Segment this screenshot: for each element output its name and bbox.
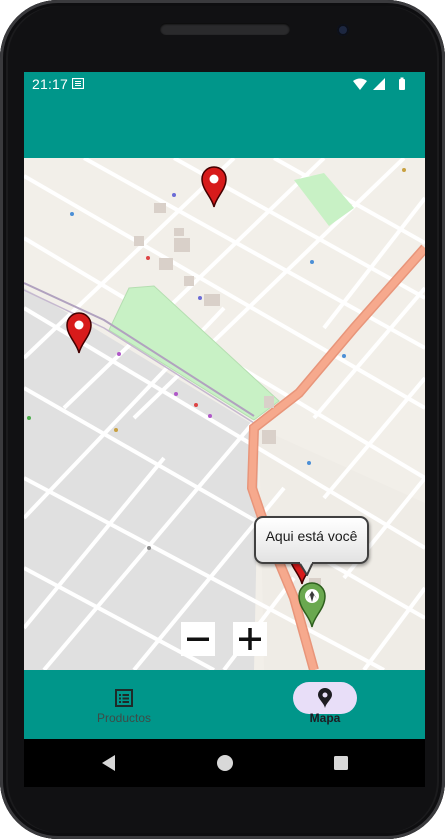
back-icon[interactable] xyxy=(99,753,119,773)
phone-frame: 21:17 Aqui está você Productos Mapa xyxy=(0,0,445,839)
minus-icon xyxy=(187,637,209,641)
map-view[interactable]: Aqui está você xyxy=(24,158,425,670)
system-navigation-bar xyxy=(24,739,425,787)
callout-tail xyxy=(299,562,313,576)
nav-item-mapa[interactable]: Mapa xyxy=(225,670,425,739)
zoom-out-button[interactable] xyxy=(181,622,215,656)
front-camera xyxy=(337,24,349,36)
wifi-icon xyxy=(353,78,367,90)
signal-icon xyxy=(373,78,385,90)
app-screen: 21:17 Aqui está você Productos Mapa xyxy=(24,72,425,739)
nav-item-productos[interactable]: Productos xyxy=(24,670,224,739)
plus-icon xyxy=(239,628,261,650)
current-location-pin[interactable] xyxy=(298,582,326,628)
location-callout: Aqui está você xyxy=(254,516,369,564)
home-icon[interactable] xyxy=(215,753,235,773)
status-time: 21:17 xyxy=(32,76,69,92)
list-icon xyxy=(115,689,133,707)
earpiece-speaker xyxy=(160,23,290,35)
battery-icon xyxy=(399,77,405,90)
bottom-navigation: Productos Mapa xyxy=(24,670,425,739)
recents-icon[interactable] xyxy=(331,753,351,773)
status-bar: 21:17 xyxy=(24,72,425,96)
nav-label-productos: Productos xyxy=(96,711,152,725)
red-location-pin[interactable] xyxy=(201,166,227,208)
map-tiles[interactable] xyxy=(24,158,425,670)
location-pin-icon xyxy=(318,688,332,708)
red-location-pin[interactable] xyxy=(66,312,92,354)
zoom-in-button[interactable] xyxy=(233,622,267,656)
status-icons xyxy=(353,77,405,90)
notification-icon xyxy=(72,78,84,89)
callout-text: Aqui está você xyxy=(265,528,358,544)
nav-label-mapa: Mapa xyxy=(309,711,341,725)
app-bar xyxy=(24,96,425,158)
